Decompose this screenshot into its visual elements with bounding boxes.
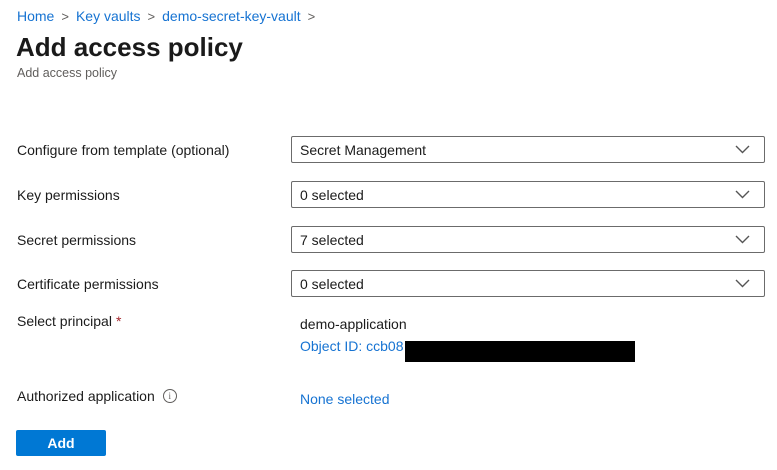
field-label-certificate-permissions: Certificate permissions [17,276,159,292]
field-label-key-permissions: Key permissions [17,187,120,203]
field-label-select-principal: Select principal* [17,313,121,329]
secret-permissions-dropdown[interactable]: 7 selected [291,226,765,253]
info-icon[interactable]: i [163,389,177,403]
breadcrumb-separator: > [308,9,316,24]
configure-from-template-dropdown[interactable]: Secret Management [291,136,765,163]
breadcrumb: Home > Key vaults > demo-secret-key-vault > [17,8,322,24]
selected-principal-object-id-link[interactable]: Object ID: ccb08 [300,338,404,354]
dropdown-value: 7 selected [300,232,727,248]
chevron-down-icon [735,235,750,244]
redaction-bar [405,341,635,362]
dropdown-value: 0 selected [300,187,727,203]
add-button[interactable]: Add [16,430,106,456]
page-title: Add access policy [16,32,243,63]
selected-principal-name: demo-application [300,316,407,332]
dropdown-value: 0 selected [300,276,727,292]
authorized-application-label-text: Authorized application [17,388,155,404]
field-label-configure-from-template: Configure from template (optional) [17,142,229,158]
select-principal-label-text: Select principal [17,313,112,329]
authorized-application-none-selected-link[interactable]: None selected [300,391,390,407]
required-asterisk: * [116,313,121,329]
page-subtitle: Add access policy [17,66,117,80]
chevron-down-icon [735,279,750,288]
chevron-down-icon [735,145,750,154]
certificate-permissions-dropdown[interactable]: 0 selected [291,270,765,297]
add-access-policy-page: Home > Key vaults > demo-secret-key-vault > A… [0,0,777,470]
field-label-authorized-application: Authorized application i [17,388,177,404]
field-label-secret-permissions: Secret permissions [17,232,136,248]
dropdown-value: Secret Management [300,142,727,158]
chevron-down-icon [735,190,750,199]
breadcrumb-demo-secret-key-vault[interactable]: demo-secret-key-vault [162,8,301,24]
breadcrumb-separator: > [61,9,69,24]
breadcrumb-separator: > [148,9,156,24]
key-permissions-dropdown[interactable]: 0 selected [291,181,765,208]
breadcrumb-key-vaults[interactable]: Key vaults [76,8,141,24]
breadcrumb-home[interactable]: Home [17,8,54,24]
